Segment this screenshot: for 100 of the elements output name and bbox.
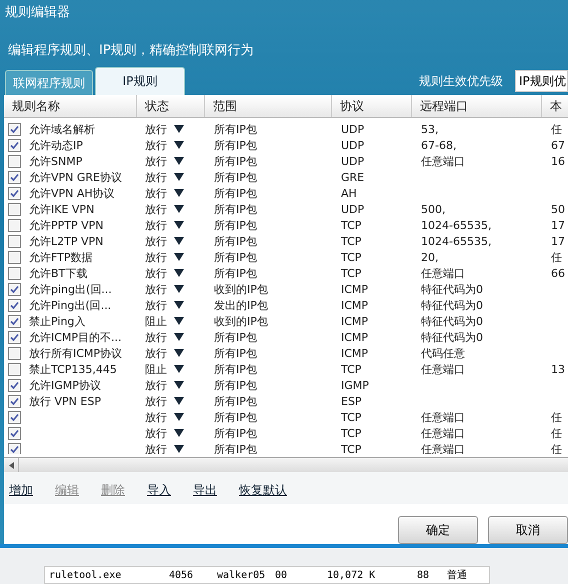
table-cell: 所有IP包	[214, 122, 257, 136]
process-cell-text: 88	[417, 570, 430, 580]
table-cell: 任意端口	[421, 266, 465, 280]
table-cell: 所有IP包	[214, 186, 257, 200]
table-cell: TCP	[341, 234, 362, 248]
window-title: 规则编辑器	[4, 4, 71, 22]
rule-name: 允许SNMP	[29, 154, 82, 168]
checkbox[interactable]	[8, 426, 21, 440]
table-cell: 特征代码为0	[421, 298, 483, 312]
action-link[interactable]: 增加	[9, 482, 33, 504]
table-cell: 所有IP包	[214, 202, 257, 216]
column-header[interactable]: 范围	[205, 95, 332, 117]
column-header[interactable]: 远程端口	[412, 95, 542, 117]
rule-status: 放行	[145, 442, 167, 454]
checkbox[interactable]	[8, 346, 21, 360]
priority-label: 规则生效优先级	[419, 72, 503, 90]
checkbox[interactable]	[8, 378, 21, 392]
rule-status: 放行	[145, 186, 167, 200]
table-cell: TCP	[341, 362, 362, 376]
rule-status: 放行	[145, 282, 167, 296]
table-cell: 17	[551, 218, 565, 232]
column-header[interactable]: 状态	[137, 95, 205, 117]
table-cell: ICMP	[341, 314, 368, 328]
table-cell: 所有IP包	[214, 250, 257, 264]
table-cell: TCP	[341, 218, 362, 232]
priority-select[interactable]: IP规则优	[515, 70, 568, 92]
rule-name: 允许PPTP VPN	[29, 218, 104, 232]
checkbox[interactable]	[8, 170, 21, 184]
table-cell: 500,	[421, 202, 446, 216]
rule-name: 允许Ping出(回...	[29, 298, 112, 312]
checkbox[interactable]	[8, 154, 21, 168]
table-cell: 1024-65535,	[421, 218, 492, 232]
action-link[interactable]: 导出	[193, 482, 217, 504]
checkbox[interactable]	[8, 298, 21, 312]
tab[interactable]: IP规则	[95, 67, 185, 95]
table-cell: 任意端口	[421, 442, 465, 454]
action-link[interactable]: 导入	[147, 482, 171, 504]
rule-status: 放行	[145, 170, 167, 184]
column-header[interactable]: 本	[542, 95, 568, 117]
checkbox[interactable]	[8, 218, 21, 232]
rule-name: 禁止TCP135,445	[29, 362, 117, 376]
rule-status: 放行	[145, 378, 167, 392]
table-cell: GRE	[341, 170, 364, 184]
checkbox[interactable]	[8, 266, 21, 280]
table-cell: 任	[551, 250, 562, 264]
checkbox[interactable]	[8, 122, 21, 136]
table-cell: ICMP	[341, 298, 368, 312]
checkbox[interactable]	[8, 314, 21, 328]
table-cell: 所有IP包	[214, 362, 257, 376]
table-cell: 所有IP包	[214, 218, 257, 232]
table-cell: 任意端口	[421, 410, 465, 424]
rule-status: 放行	[145, 346, 167, 360]
checkbox[interactable]	[8, 202, 21, 216]
checkbox[interactable]	[8, 362, 21, 376]
process-cell-text: 普通	[447, 568, 468, 582]
rule-status: 阻止	[145, 362, 167, 376]
dialog-button[interactable]: 确定	[398, 516, 478, 544]
rule-status: 放行	[145, 426, 167, 440]
table-cell: 所有IP包	[214, 234, 257, 248]
checkbox[interactable]	[8, 330, 21, 344]
table-cell: UDP	[341, 138, 364, 152]
table-cell: AH	[341, 186, 357, 200]
dialog-button[interactable]: 取消	[488, 516, 568, 544]
table-cell: TCP	[341, 426, 362, 440]
rule-status: 放行	[145, 298, 167, 312]
rule-name: 允许动态IP	[29, 138, 83, 152]
rule-status: 放行	[145, 394, 167, 408]
checkbox[interactable]	[8, 250, 21, 264]
table-cell: 所有IP包	[214, 138, 257, 152]
process-cell-text: walker05	[217, 570, 266, 580]
column-header[interactable]: 协议	[332, 95, 412, 117]
action-link[interactable]: 恢复默认	[239, 482, 287, 504]
rule-status: 放行	[145, 266, 167, 280]
rule-name: 允许IKE VPN	[29, 202, 94, 216]
table-cell: 50	[551, 202, 565, 216]
checkbox[interactable]	[8, 138, 21, 152]
checkbox[interactable]	[8, 410, 21, 424]
checkbox[interactable]	[8, 234, 21, 248]
process-row[interactable]: ruletool.exe 4056 walker05 00 10,072 K 88 普通	[44, 566, 490, 584]
table-cell: 13	[551, 362, 565, 376]
rule-status: 放行	[145, 138, 167, 152]
checkbox[interactable]	[8, 442, 21, 454]
subtitle: 编辑程序规则、IP规则，精确控制联网行为	[7, 42, 255, 60]
rule-name: 放行所有ICMP协议	[29, 346, 122, 360]
table-cell: TCP	[341, 266, 362, 280]
left-arrow-icon	[8, 462, 14, 469]
rule-status: 放行	[145, 330, 167, 344]
table-cell: 67-68,	[421, 138, 456, 152]
table-cell: 特征代码为0	[421, 330, 483, 344]
checkbox[interactable]	[8, 282, 21, 296]
checkbox[interactable]	[8, 186, 21, 200]
table-cell: 所有IP包	[214, 170, 257, 184]
table-cell: 任意端口	[421, 362, 465, 376]
rule-name: 允许FTP数据	[29, 250, 92, 264]
horizontal-scrollbar[interactable]	[4, 457, 568, 472]
checkbox[interactable]	[8, 394, 21, 408]
column-header[interactable]: 规则名称	[4, 95, 137, 117]
table-cell: UDP	[341, 154, 364, 168]
rule-name: 放行 VPN ESP	[29, 394, 101, 408]
table-cell: TCP	[341, 442, 362, 454]
